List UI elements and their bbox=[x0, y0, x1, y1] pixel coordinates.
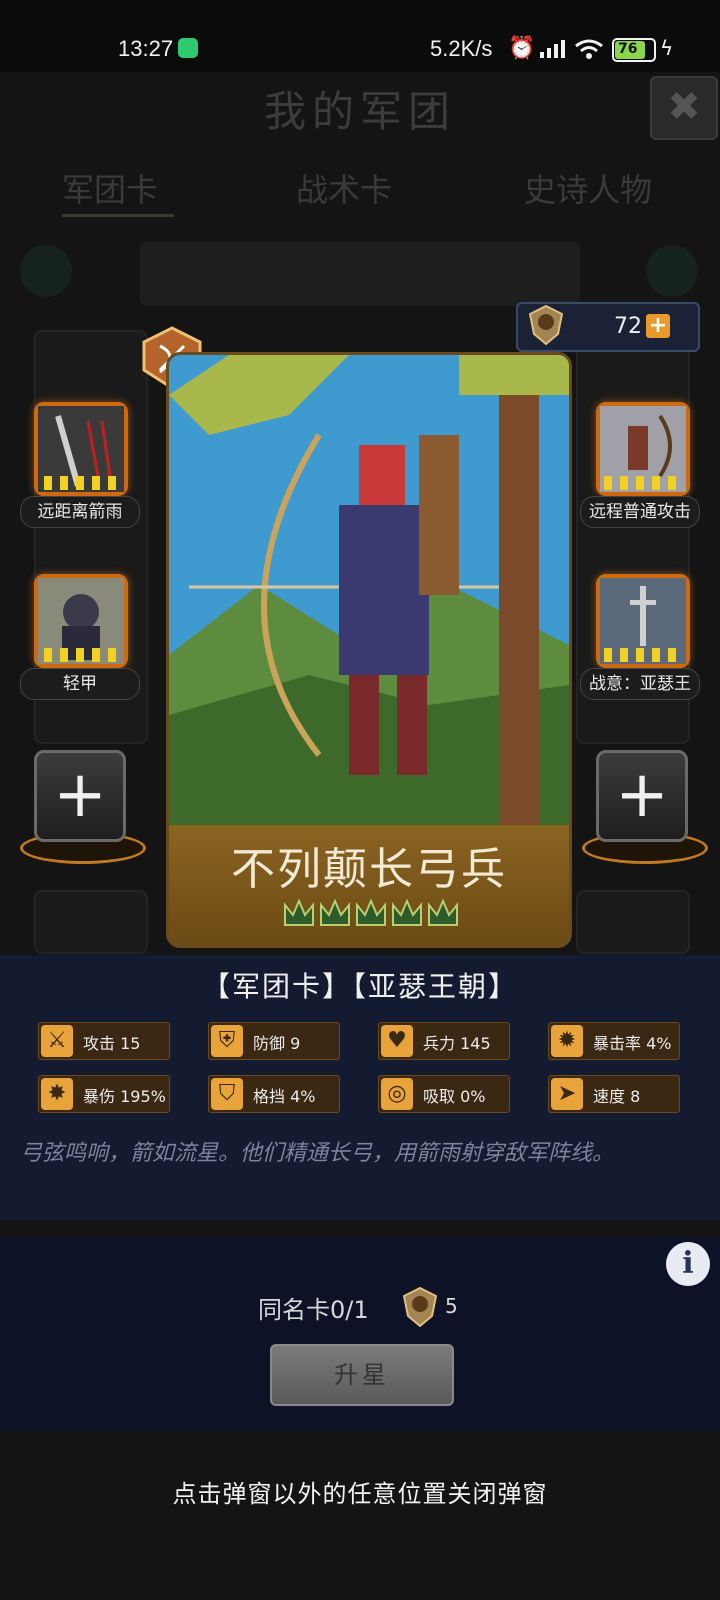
list-icon bbox=[20, 245, 72, 297]
tab-legion-cards: 军团卡 bbox=[62, 171, 159, 209]
slot-stars bbox=[604, 648, 684, 662]
slot-stars bbox=[44, 476, 124, 490]
slot-label: 远距离箭雨 bbox=[20, 496, 140, 528]
page-title: 我的军团 bbox=[263, 87, 456, 136]
slot-label: 战意：亚瑟王 bbox=[580, 668, 700, 700]
sword-icon: ⚔ bbox=[41, 1025, 73, 1057]
add-currency-button[interactable]: + bbox=[646, 314, 670, 338]
longbowman-portrait bbox=[169, 355, 569, 825]
block-icon: ⛉ bbox=[211, 1078, 243, 1110]
star-crowns bbox=[284, 898, 458, 926]
stat-crit-damage: ✸ 暴伤 195% bbox=[38, 1075, 170, 1113]
wifi-icon bbox=[575, 39, 603, 59]
stat-defense: ⛨ 防御 9 bbox=[208, 1022, 340, 1060]
stat-attack: ⚔ 攻击 15 bbox=[38, 1022, 170, 1060]
tab-epic-heroes: 史诗人物 bbox=[524, 171, 653, 209]
emblem-icon bbox=[528, 304, 564, 346]
alarm-icon: ⏰ bbox=[508, 36, 536, 61]
shield-icon: ⛨ bbox=[211, 1025, 243, 1057]
tab-tactic-cards: 战术卡 bbox=[296, 171, 393, 209]
battery-level: 76 bbox=[618, 41, 638, 57]
add-slot-button-right[interactable]: + bbox=[596, 750, 688, 842]
duplicate-card-count: 同名卡0/1 bbox=[258, 1296, 369, 1324]
upgrade-cost: 5 bbox=[445, 1294, 458, 1318]
info-button[interactable]: i bbox=[666, 1242, 710, 1286]
close-hint: 点击弹窗以外的任意位置关闭弹窗 bbox=[172, 1480, 548, 1508]
filter-icon bbox=[646, 245, 698, 297]
stat-block: ⛉ 格挡 4% bbox=[208, 1075, 340, 1113]
speed-icon: ➤ bbox=[551, 1078, 583, 1110]
upgrade-star-button[interactable]: 升星 bbox=[270, 1344, 454, 1406]
legion-card: 不列颠长弓兵 bbox=[166, 352, 572, 948]
network-speed: 5.2K/s bbox=[430, 36, 493, 61]
currency-bar[interactable]: 72 + bbox=[516, 302, 700, 352]
slot-stars bbox=[44, 648, 124, 662]
signal-icon bbox=[540, 40, 565, 58]
slot-label: 轻甲 bbox=[20, 668, 140, 700]
slot-stars bbox=[604, 476, 684, 490]
crit-damage-icon: ✸ bbox=[41, 1078, 73, 1110]
crit-rate-icon: ✹ bbox=[551, 1025, 583, 1057]
charging-icon: ϟ bbox=[660, 36, 674, 60]
card-description: 弓弦鸣响，箭如流星。他们精通长弓，用箭雨射穿敌军阵线。 bbox=[20, 1141, 615, 1166]
status-bar: 13:27 5.2K/s ⏰ 76 ϟ bbox=[0, 0, 720, 72]
slot-label: 远程普通攻击 bbox=[580, 496, 700, 528]
status-time: 13:27 bbox=[118, 36, 174, 61]
background-card bbox=[34, 890, 148, 954]
background-card bbox=[576, 890, 690, 954]
stat-troops: ♥ 兵力 145 bbox=[378, 1022, 510, 1060]
card-type: 【军团卡】【亚瑟王朝】 bbox=[201, 970, 518, 1003]
heart-icon: ♥ bbox=[381, 1025, 413, 1057]
vpn-shield-icon bbox=[178, 38, 198, 58]
emblem-icon bbox=[402, 1286, 438, 1328]
add-slot-button-left[interactable]: + bbox=[34, 750, 126, 842]
search-bar bbox=[140, 242, 580, 306]
stat-speed: ➤ 速度 8 bbox=[548, 1075, 680, 1113]
stat-lifesteal: ◎ 吸取 0% bbox=[378, 1075, 510, 1113]
battery-icon: 76 bbox=[612, 38, 656, 62]
lifesteal-icon: ◎ bbox=[381, 1078, 413, 1110]
close-icon: ✖ bbox=[650, 76, 718, 140]
tab-underline bbox=[62, 214, 174, 217]
currency-amount: 72 bbox=[614, 314, 642, 339]
card-name: 不列颠长弓兵 bbox=[231, 844, 507, 895]
stat-crit-rate: ✹ 暴击率 4% bbox=[548, 1022, 680, 1060]
